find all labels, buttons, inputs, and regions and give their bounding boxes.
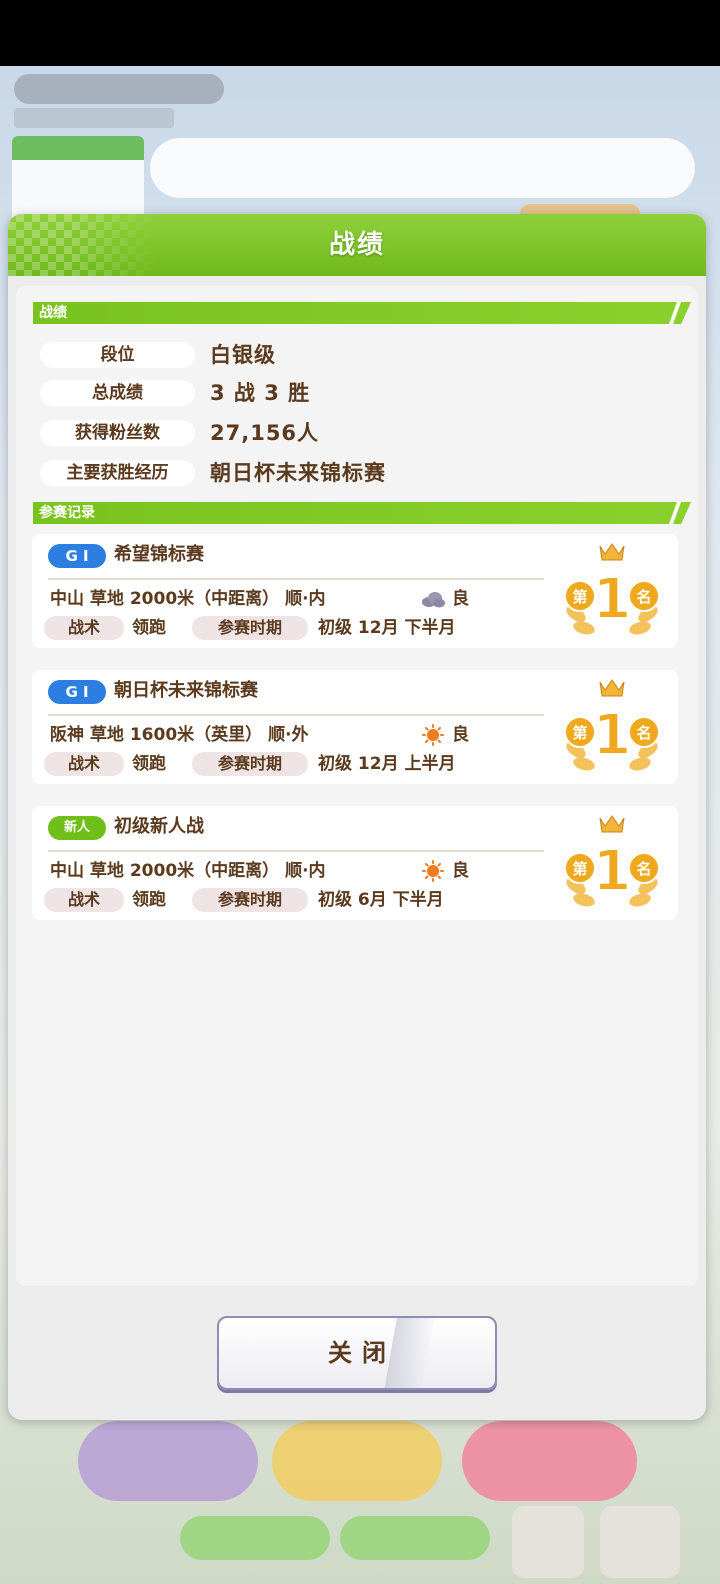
cloudy-icon bbox=[422, 592, 445, 608]
course-info: 阪神 草地 1600米（英里） 顺·外 bbox=[50, 725, 309, 745]
race-name: 希望锦标赛 bbox=[114, 544, 204, 565]
sunny-icon bbox=[422, 860, 444, 882]
svg-text:名: 名 bbox=[636, 860, 651, 878]
tactic-value: 领跑 bbox=[132, 618, 166, 638]
divider bbox=[48, 714, 544, 716]
tactic-label: 战术 bbox=[44, 888, 124, 912]
stat-label-rank: 段位 bbox=[40, 342, 195, 368]
svg-text:1: 1 bbox=[593, 839, 632, 904]
race-name: 朝日杯未来锦标赛 bbox=[114, 680, 258, 701]
divider bbox=[48, 850, 544, 852]
record-section-header: 战绩 bbox=[33, 302, 691, 324]
sunny-icon bbox=[422, 724, 444, 746]
period-label: 参赛时期 bbox=[192, 616, 308, 640]
period-label: 参赛时期 bbox=[192, 888, 308, 912]
dialog-title: 战绩 bbox=[328, 230, 385, 260]
section-label: 战绩 bbox=[39, 305, 67, 321]
svg-text:名: 名 bbox=[636, 588, 651, 606]
record-dialog: 战绩 战绩 段位 白银级 总成绩 3 战 3 胜 获得粉丝数 27,156人 主… bbox=[8, 214, 706, 1420]
track-condition: 良 bbox=[452, 861, 469, 881]
svg-text:第: 第 bbox=[572, 860, 587, 878]
svg-text:1: 1 bbox=[593, 703, 632, 768]
stat-value-main-win: 朝日杯未来锦标赛 bbox=[210, 461, 386, 485]
first-place-medal-icon: 第 1 名 bbox=[564, 815, 660, 907]
period-value: 初级 6月 下半月 bbox=[318, 890, 444, 910]
svg-text:第: 第 bbox=[572, 724, 587, 742]
svg-text:1: 1 bbox=[593, 567, 632, 632]
track-condition: 良 bbox=[452, 589, 469, 609]
stat-value-fans: 27,156人 bbox=[210, 421, 320, 445]
stat-label-total: 总成绩 bbox=[40, 380, 195, 406]
tactic-label: 战术 bbox=[44, 616, 124, 640]
tactic-value: 领跑 bbox=[132, 890, 166, 910]
first-place-medal-icon: 第 1 名 bbox=[564, 543, 660, 635]
course-info: 中山 草地 2000米（中距离） 顺·内 bbox=[50, 861, 326, 881]
race-name: 初级新人战 bbox=[114, 816, 204, 837]
grade-badge: G I bbox=[48, 680, 106, 704]
divider bbox=[48, 578, 544, 580]
section-label: 参赛记录 bbox=[39, 505, 95, 521]
course-info: 中山 草地 2000米（中距离） 顺·内 bbox=[50, 589, 326, 609]
close-button[interactable]: 关闭 bbox=[217, 1316, 497, 1390]
dialog-header: 战绩 bbox=[8, 214, 706, 276]
period-value: 初级 12月 下半月 bbox=[318, 618, 456, 638]
stat-label-main-win: 主要获胜经历 bbox=[40, 460, 195, 486]
period-label: 参赛时期 bbox=[192, 752, 308, 776]
track-condition: 良 bbox=[452, 725, 469, 745]
first-place-medal-icon: 第 1 名 bbox=[564, 679, 660, 771]
tactic-value: 领跑 bbox=[132, 754, 166, 774]
tactic-label: 战术 bbox=[44, 752, 124, 776]
period-value: 初级 12月 上半月 bbox=[318, 754, 456, 774]
grade-badge: 新人 bbox=[48, 816, 106, 840]
race-history-section-header: 参赛记录 bbox=[33, 502, 691, 524]
svg-text:名: 名 bbox=[636, 724, 651, 742]
svg-text:第: 第 bbox=[572, 588, 587, 606]
race-card[interactable]: G I 希望锦标赛 中山 草地 2000米（中距离） 顺·内 良 战术 领跑 参… bbox=[32, 534, 678, 648]
race-card[interactable]: G I 朝日杯未来锦标赛 阪神 草地 1600米（英里） 顺·外 良 战术 领跑… bbox=[32, 670, 678, 784]
stat-value-rank: 白银级 bbox=[210, 343, 276, 367]
status-bar bbox=[0, 0, 720, 66]
stat-value-total: 3 战 3 胜 bbox=[210, 381, 311, 405]
race-card[interactable]: 新人 初级新人战 中山 草地 2000米（中距离） 顺·内 良 战术 领跑 参赛… bbox=[32, 806, 678, 920]
close-button-label: 关闭 bbox=[328, 1339, 396, 1367]
grade-badge: G I bbox=[48, 544, 106, 568]
stat-label-fans: 获得粉丝数 bbox=[40, 420, 195, 446]
